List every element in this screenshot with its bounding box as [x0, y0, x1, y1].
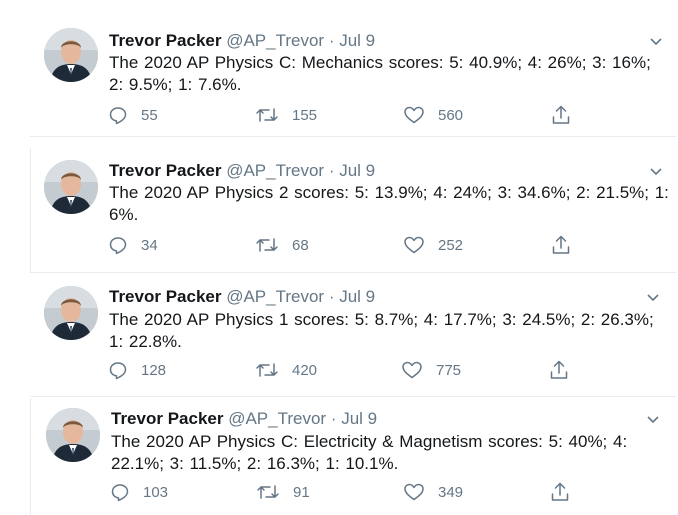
- avatar-photo: [46, 408, 100, 462]
- tweet-date[interactable]: Jul 9: [339, 161, 375, 180]
- share-icon[interactable]: [551, 234, 571, 256]
- chevron-down-icon[interactable]: [648, 33, 664, 49]
- tweet-date[interactable]: Jul 9: [341, 409, 377, 428]
- avatar[interactable]: [44, 28, 98, 82]
- heart-icon: [404, 106, 424, 124]
- tweet-date[interactable]: Jul 9: [339, 287, 375, 306]
- reply-button[interactable]: 128: [108, 360, 166, 380]
- heart-icon: [404, 483, 424, 501]
- author-handle[interactable]: @AP_Trevor: [228, 409, 326, 428]
- like-button[interactable]: 560: [403, 105, 463, 125]
- author-name[interactable]: Trevor Packer: [109, 31, 221, 50]
- author-name[interactable]: Trevor Packer: [109, 161, 221, 180]
- author-name[interactable]: Trevor Packer: [109, 287, 221, 306]
- separator: ·: [328, 31, 335, 50]
- tweet-header: Trevor Packer @AP_Trevor · Jul 9: [109, 31, 375, 51]
- retweet-icon: [256, 108, 278, 122]
- reply-count: 34: [141, 236, 158, 254]
- separator: ·: [330, 409, 337, 428]
- share-icon[interactable]: [549, 359, 569, 381]
- avatar-photo: [44, 286, 98, 340]
- reply-count: 128: [141, 361, 167, 379]
- heart-icon: [402, 361, 422, 379]
- retweet-icon: [256, 363, 278, 377]
- tweet-date[interactable]: Jul 9: [339, 31, 375, 50]
- retweet-count: 155: [292, 106, 318, 124]
- avatar[interactable]: [46, 408, 100, 462]
- avatar[interactable]: [44, 160, 98, 214]
- author-name[interactable]: Trevor Packer: [111, 409, 223, 428]
- chevron-down-icon[interactable]: [645, 289, 661, 305]
- author-handle[interactable]: @AP_Trevor: [226, 287, 324, 306]
- separator: ·: [328, 287, 335, 306]
- like-count: 252: [438, 236, 464, 254]
- like-count: 349: [438, 483, 464, 501]
- tweet-header: Trevor Packer @AP_Trevor · Jul 9: [109, 287, 375, 307]
- tweet[interactable]: Trevor Packer @AP_Trevor · Jul 9 The 202…: [0, 0, 678, 136]
- reply-button[interactable]: 34: [108, 235, 158, 255]
- retweet-button[interactable]: 420: [255, 360, 317, 380]
- reply-button[interactable]: 103: [110, 482, 168, 502]
- tweet[interactable]: Trevor Packer @AP_Trevor · Jul 9 The 202…: [0, 396, 678, 515]
- tweet[interactable]: Trevor Packer @AP_Trevor · Jul 9 The 202…: [0, 272, 678, 396]
- reply-icon: [109, 237, 127, 255]
- retweet-button[interactable]: 68: [255, 235, 309, 255]
- share-icon[interactable]: [551, 104, 571, 126]
- separator: ·: [328, 161, 335, 180]
- tweet-header: Trevor Packer @AP_Trevor · Jul 9: [111, 409, 377, 429]
- retweet-count: 91: [293, 483, 310, 501]
- like-count: 560: [438, 106, 464, 124]
- retweet-count: 420: [292, 361, 318, 379]
- retweet-button[interactable]: 155: [255, 105, 317, 125]
- reply-button[interactable]: 55: [108, 105, 158, 125]
- chevron-down-icon[interactable]: [648, 163, 664, 179]
- share-icon[interactable]: [550, 481, 570, 503]
- retweet-icon: [257, 485, 279, 499]
- tweet[interactable]: Trevor Packer @AP_Trevor · Jul 9 The 202…: [0, 136, 678, 272]
- tweet-header: Trevor Packer @AP_Trevor · Jul 9: [109, 161, 375, 181]
- author-handle[interactable]: @AP_Trevor: [226, 161, 324, 180]
- chevron-down-icon[interactable]: [645, 411, 661, 427]
- like-button[interactable]: 775: [401, 360, 461, 380]
- like-button[interactable]: 349: [403, 482, 463, 502]
- retweet-button[interactable]: 91: [256, 482, 310, 502]
- tweet-text: The 2020 AP Physics C: Mechanics scores:…: [109, 53, 651, 94]
- tweet-text: The 2020 AP Physics C: Electricity & Mag…: [111, 432, 628, 473]
- avatar-photo: [44, 160, 98, 214]
- avatar[interactable]: [44, 286, 98, 340]
- like-button[interactable]: 252: [403, 235, 463, 255]
- reply-icon: [109, 107, 127, 125]
- reply-count: 103: [143, 483, 169, 501]
- retweet-count: 68: [292, 236, 309, 254]
- like-count: 775: [436, 361, 462, 379]
- heart-icon: [404, 236, 424, 254]
- tweet-text: The 2020 AP Physics 2 scores: 5: 13.9%; …: [109, 183, 669, 224]
- reply-icon: [111, 484, 129, 502]
- retweet-icon: [256, 238, 278, 252]
- reply-icon: [109, 362, 127, 380]
- reply-count: 55: [141, 106, 158, 124]
- author-handle[interactable]: @AP_Trevor: [226, 31, 324, 50]
- tweet-text: The 2020 AP Physics 1 scores: 5: 8.7%; 4…: [109, 310, 654, 351]
- avatar-photo: [44, 28, 98, 82]
